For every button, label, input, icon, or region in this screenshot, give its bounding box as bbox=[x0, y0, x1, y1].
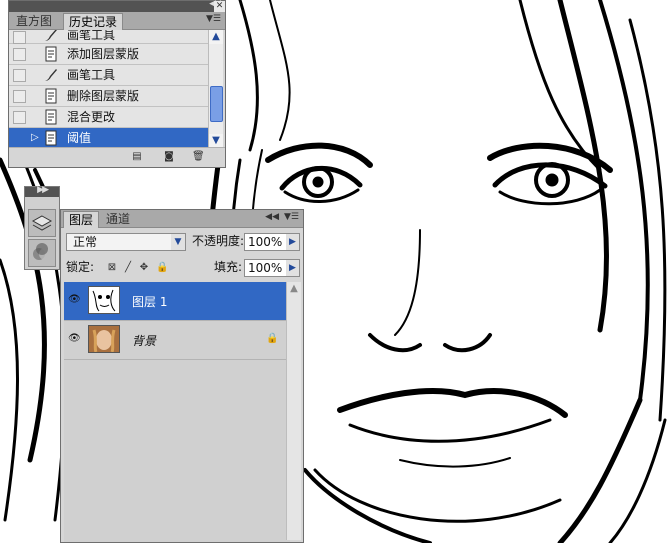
chevron-right-icon[interactable]: ▶ bbox=[286, 260, 299, 276]
history-footer: ▤ ◙ 🗑 bbox=[9, 147, 225, 167]
brush-icon bbox=[45, 30, 57, 41]
opacity-value: 100% bbox=[248, 235, 283, 249]
opacity-input[interactable]: 100% ▶ bbox=[244, 233, 300, 251]
scroll-up-icon[interactable]: ▲ bbox=[209, 30, 223, 44]
camera-snapshot-icon[interactable]: ◙ bbox=[163, 151, 175, 162]
history-item-label: 混合更改 bbox=[67, 110, 116, 124]
dock-collapse-bar[interactable]: ▶▶ bbox=[25, 185, 59, 197]
layers-panel: 图层 通道 ◀◀ ▼☰ 正常 ▼ 不透明度: 100% ▶ 锁定: ⊠ ╱ ✥ … bbox=[60, 209, 304, 543]
snapshot-source-checkbox[interactable] bbox=[13, 90, 26, 103]
trash-icon[interactable]: 🗑 bbox=[192, 151, 205, 162]
layer-list: 👁 图层 1 👁 背景 🔒 bbox=[64, 282, 290, 542]
fill-value: 100% bbox=[248, 261, 283, 275]
list-item[interactable]: 画笔工具 bbox=[9, 65, 209, 86]
tab-channels[interactable]: 通道 bbox=[101, 211, 135, 227]
panel-menu-icon[interactable]: ▼☰ bbox=[284, 212, 299, 222]
snapshot-source-checkbox[interactable] bbox=[13, 69, 26, 82]
chevron-right-icon[interactable]: ▶ bbox=[286, 234, 299, 250]
lock-transparent-icon[interactable]: ⊠ bbox=[106, 262, 118, 274]
history-state-icon bbox=[45, 88, 57, 104]
channels-icon[interactable] bbox=[28, 239, 56, 267]
history-state-icon bbox=[45, 109, 57, 125]
list-item[interactable]: 画笔工具 bbox=[9, 30, 209, 44]
scroll-up-icon[interactable]: ▲ bbox=[287, 282, 301, 296]
sketch-thumbnail bbox=[88, 286, 120, 314]
layers-scrollbar[interactable]: ▲ bbox=[286, 282, 301, 540]
snapshot-source-checkbox[interactable] bbox=[13, 31, 26, 44]
history-item-label: 阈值 bbox=[67, 131, 92, 145]
double-chevron-left-icon[interactable]: ◀◀ bbox=[265, 212, 279, 222]
history-state-icon bbox=[45, 46, 57, 62]
eye-icon[interactable]: 👁 bbox=[68, 334, 81, 344]
panel-dock: ▶▶ bbox=[24, 185, 60, 270]
tab-layers[interactable]: 图层 bbox=[63, 211, 100, 228]
panel-menu-icon[interactable]: ▼☰ bbox=[206, 14, 221, 24]
double-chevron-right-icon[interactable]: ▶▶ bbox=[37, 185, 49, 195]
snapshot-source-checkbox[interactable] bbox=[13, 48, 26, 61]
photo-thumbnail bbox=[88, 325, 120, 353]
list-item[interactable]: 添加图层蒙版 bbox=[9, 44, 209, 65]
history-scrollbar[interactable]: ▲ ▼ bbox=[208, 30, 223, 148]
lock-icon: 🔒 bbox=[266, 333, 279, 344]
scroll-down-icon[interactable]: ▼ bbox=[209, 134, 223, 148]
lock-brush-icon[interactable]: ╱ bbox=[122, 262, 134, 274]
chevron-down-icon[interactable]: ▼ bbox=[171, 234, 185, 250]
new-document-from-state-icon[interactable]: ▤ bbox=[131, 151, 143, 162]
list-item[interactable]: 删除图层蒙版 bbox=[9, 86, 209, 107]
history-item-label: 删除图层蒙版 bbox=[67, 89, 140, 103]
history-list: 画笔工具 添加图层蒙版 画笔工具 删除图层蒙版 混合更改 ▷ 阈值 bbox=[9, 30, 209, 148]
history-panel: ◀◀ ✕ 直方图 历史记录 ▼☰ 画笔工具 添加图层蒙版 画笔工具 删除图层蒙版 bbox=[8, 0, 226, 168]
list-item-selected[interactable]: ▷ 阈值 bbox=[9, 128, 209, 148]
snapshot-source-checkbox[interactable] bbox=[13, 111, 26, 124]
lock-all-icon[interactable]: 🔒 bbox=[156, 262, 168, 274]
layer-row-background[interactable]: 👁 背景 🔒 bbox=[64, 321, 290, 360]
fill-label: 填充: bbox=[214, 260, 243, 274]
lock-fill-row: 锁定: ⊠ ╱ ✥ 🔒 填充: 100% ▶ bbox=[64, 258, 300, 280]
blend-mode-select[interactable]: 正常 ▼ bbox=[66, 233, 186, 251]
history-item-label: 画笔工具 bbox=[67, 30, 116, 42]
layer-row-1[interactable]: 👁 图层 1 bbox=[64, 282, 290, 321]
eye-icon[interactable]: 👁 bbox=[68, 295, 81, 305]
blend-mode-value: 正常 bbox=[73, 235, 98, 249]
layer-name[interactable]: 背景 bbox=[132, 332, 156, 349]
lock-label: 锁定: bbox=[66, 260, 95, 274]
snapshot-source-checkbox[interactable] bbox=[13, 132, 26, 145]
layers-tabbar: 图层 通道 ◀◀ ▼☰ bbox=[61, 210, 303, 228]
list-item[interactable]: 混合更改 bbox=[9, 107, 209, 128]
tab-history[interactable]: 历史记录 bbox=[63, 13, 124, 30]
opacity-label: 不透明度: bbox=[192, 234, 245, 248]
history-item-label: 添加图层蒙版 bbox=[67, 47, 140, 61]
history-tabbar: 直方图 历史记录 ▼☰ bbox=[9, 12, 225, 30]
panel-collapse-bar[interactable]: ◀◀ ✕ bbox=[9, 0, 225, 12]
tab-histogram[interactable]: 直方图 bbox=[11, 13, 57, 29]
history-state-icon bbox=[45, 130, 57, 146]
brush-icon bbox=[45, 69, 57, 81]
scrollbar-thumb[interactable] bbox=[210, 86, 223, 122]
history-item-label: 画笔工具 bbox=[67, 68, 116, 82]
fill-input[interactable]: 100% ▶ bbox=[244, 259, 300, 277]
layer-name[interactable]: 图层 1 bbox=[132, 293, 167, 310]
history-state-slider-icon[interactable]: ▷ bbox=[31, 132, 39, 143]
blend-opacity-row: 正常 ▼ 不透明度: 100% ▶ bbox=[64, 232, 300, 254]
layers-icon[interactable] bbox=[28, 209, 56, 237]
lock-move-icon[interactable]: ✥ bbox=[138, 262, 150, 274]
close-icon[interactable]: ✕ bbox=[214, 1, 225, 12]
